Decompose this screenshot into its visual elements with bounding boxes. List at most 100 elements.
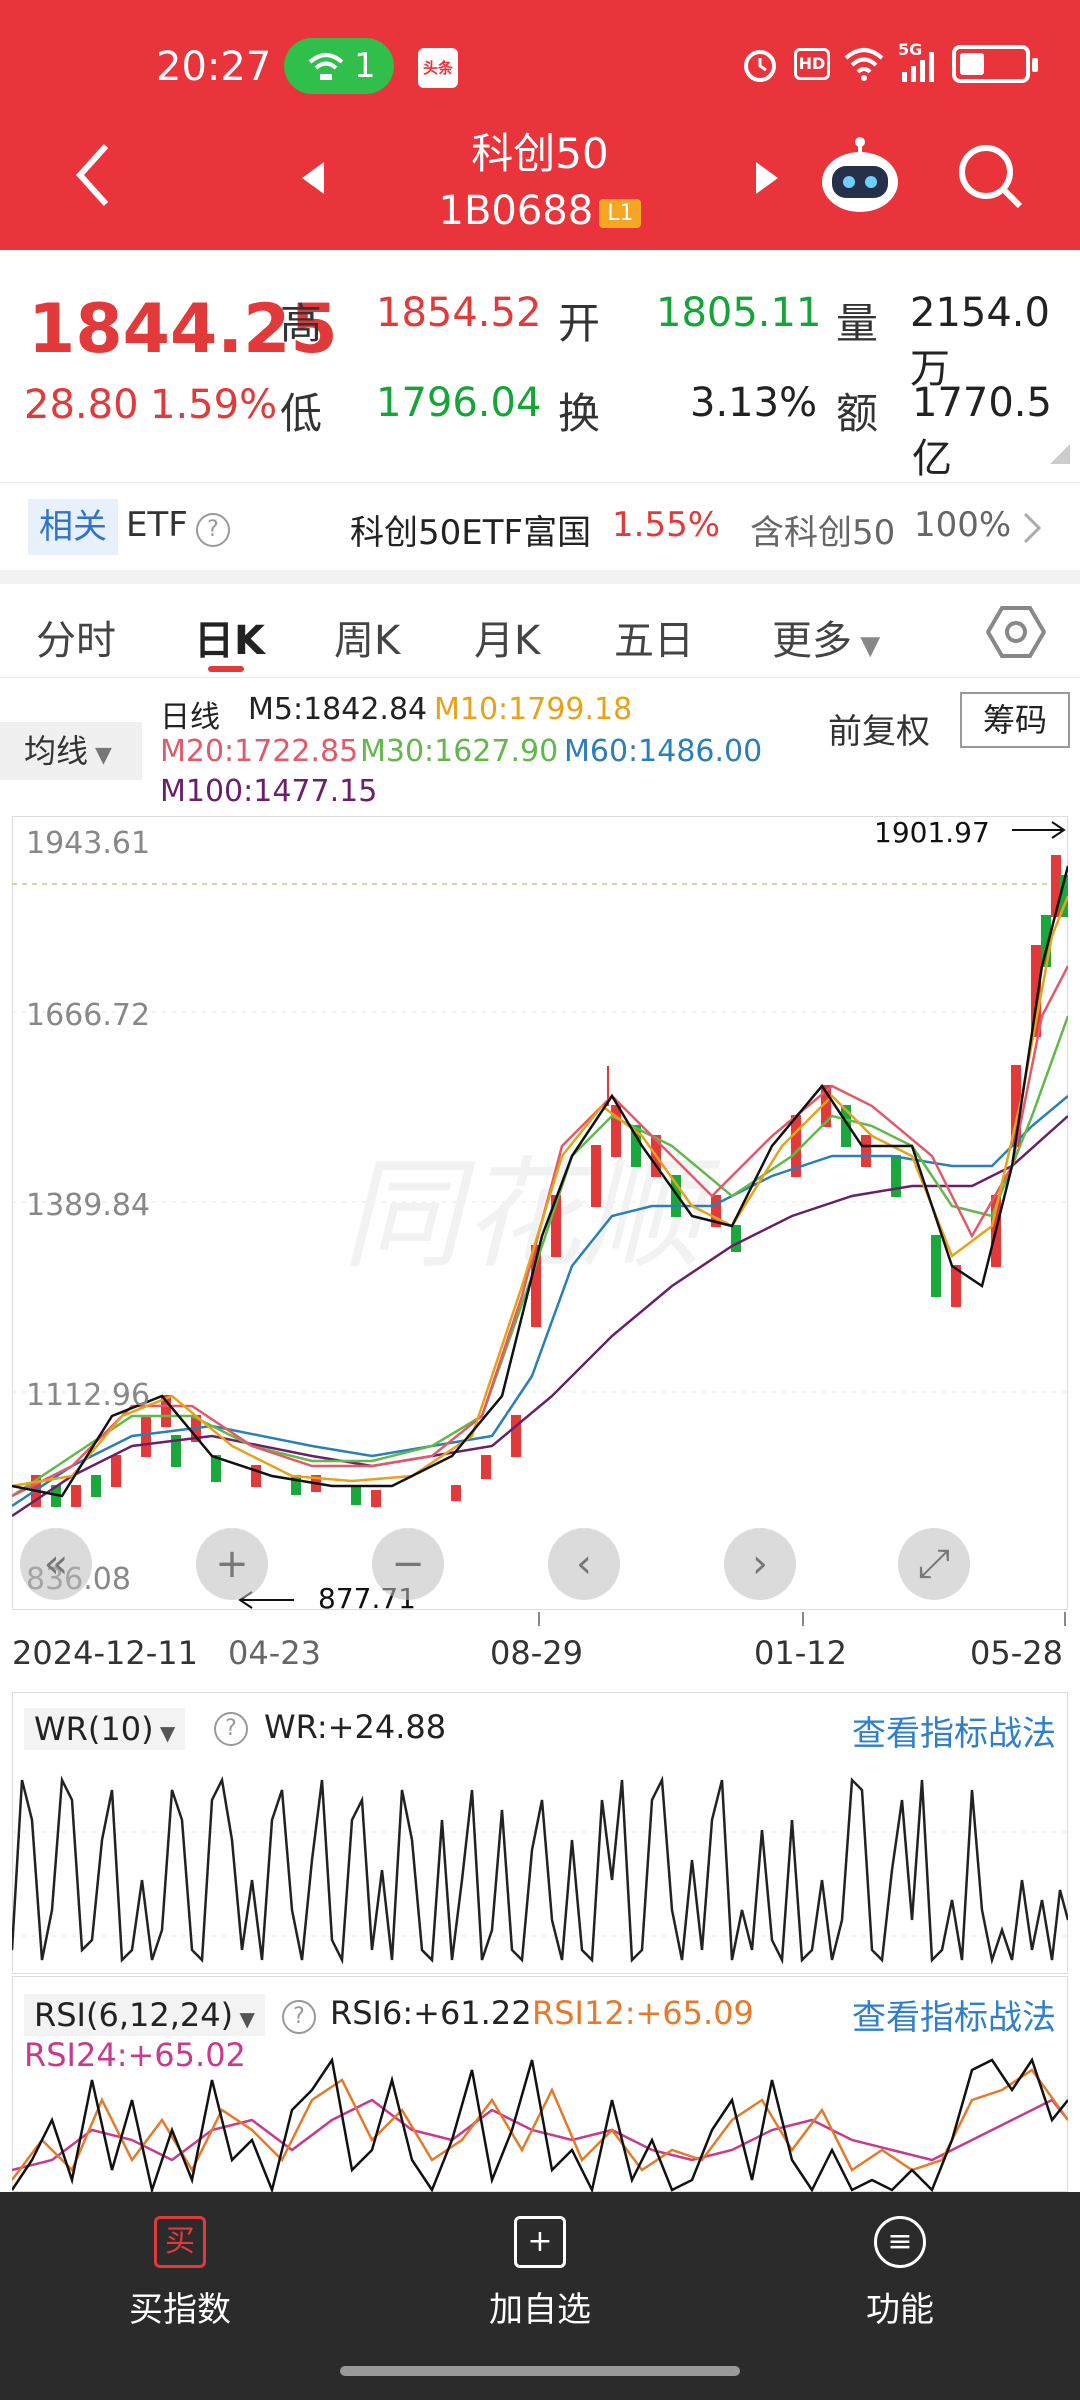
y-label-4: 1112.96 <box>26 1378 151 1413</box>
ma100-value: M100:1477.15 <box>160 774 378 809</box>
volume-value: 2154.0万 <box>910 290 1050 392</box>
zoom-in-button[interactable]: + <box>196 1528 268 1600</box>
ma-period: 日线 <box>160 700 220 735</box>
high-label: 高 <box>280 299 323 348</box>
next-stock-icon[interactable] <box>752 160 782 196</box>
etf-label: ETF <box>126 505 188 545</box>
scroll-right-button[interactable]: › <box>724 1528 796 1600</box>
hotspot-icon <box>308 53 344 80</box>
rsi-strategy-link[interactable]: 查看指标战法 <box>852 1990 1056 2039</box>
stock-code-text: 1B0688 <box>438 188 594 234</box>
ma10-value: M10:1799.18 <box>434 692 633 727</box>
x-label-2: 04-23 <box>228 1634 321 1672</box>
rsi6-value: RSI6:+61.22 <box>330 1994 532 2032</box>
tab-day-k[interactable]: 日K <box>194 608 265 666</box>
turnover-label: 换 <box>558 389 601 438</box>
x-label-4: 01-12 <box>754 1634 847 1672</box>
rsi-selector-label: RSI(6,12,24) <box>34 1996 234 2034</box>
price-change-pct: 1.59% <box>150 382 278 428</box>
high-value: 1854.52 <box>376 290 542 336</box>
bottom-action-bar: 买 买指数 + 加自选 ≡ 功能 <box>0 2192 1080 2400</box>
low-value: 1796.04 <box>376 380 542 426</box>
caret-down-icon: ▼ <box>153 1721 176 1745</box>
ma-selector[interactable]: 均线 ▼ <box>0 722 142 780</box>
function-label: 功能 <box>866 2290 934 2330</box>
plus-icon: + <box>514 2216 566 2268</box>
wr-selector-label: WR(10) <box>34 1710 154 1748</box>
search-icon[interactable] <box>956 142 1026 212</box>
section-divider <box>0 570 1080 584</box>
active-tab-underline <box>208 666 244 672</box>
y-label-2: 1666.72 <box>26 998 151 1033</box>
period-tabs: 分时 日K 周K 月K 五日 更多 ▼ <box>0 584 1080 678</box>
status-time: 20:27 <box>156 44 272 90</box>
tab-five-day[interactable]: 五日 <box>614 608 694 666</box>
caret-down-icon: ▼ <box>88 743 112 768</box>
chip-distribution-button[interactable]: 筹码 <box>960 692 1070 748</box>
home-indicator[interactable] <box>340 2366 740 2376</box>
max-price-marker: 1901.97 <box>874 816 990 849</box>
ma60-value: M60:1486.00 <box>564 734 763 769</box>
stock-name: 科创50 <box>471 129 609 178</box>
hd-icon: HD <box>794 48 830 80</box>
function-button[interactable]: ≡ 功能 <box>800 2216 1000 2331</box>
etf-contains: 含科创50 <box>750 513 896 553</box>
tab-more[interactable]: 更多 ▼ <box>772 608 880 666</box>
chevron-right-icon <box>1023 512 1042 544</box>
buy-icon: 买 <box>154 2216 206 2268</box>
status-icons: HD 5G <box>740 40 1038 84</box>
stock-code: 1B0688 L1 <box>0 188 1080 234</box>
menu-icon: ≡ <box>874 2216 926 2268</box>
rsi-selector[interactable]: RSI(6,12,24) ▼ <box>24 1994 265 2036</box>
etf-help-icon[interactable]: ? <box>196 513 230 547</box>
fullscreen-button[interactable]: ⤢ <box>898 1528 970 1600</box>
alarm-icon <box>744 50 776 82</box>
amount-value: 1770.5亿 <box>912 380 1052 482</box>
wifi-hotspot-pill: 1 <box>284 38 394 94</box>
zoom-out-button[interactable]: − <box>372 1528 444 1600</box>
price-change: 28.80 <box>24 382 139 428</box>
open-label: 开 <box>558 299 601 348</box>
expand-corner-icon[interactable] <box>1050 444 1070 464</box>
wr-help-icon[interactable]: ? <box>214 1712 248 1746</box>
tab-fenshi[interactable]: 分时 <box>36 608 116 666</box>
buy-index-button[interactable]: 买 买指数 <box>80 2216 280 2331</box>
x-tick <box>1064 1612 1066 1626</box>
turnover-value: 3.13% <box>690 380 818 426</box>
x-tick <box>802 1612 804 1626</box>
y-label-3: 1389.84 <box>26 1188 151 1223</box>
battery-icon <box>952 45 1038 83</box>
amount-label: 额 <box>836 389 879 438</box>
ma5-value: M5:1842.84 <box>248 692 428 727</box>
wr-selector[interactable]: WR(10) ▼ <box>24 1708 186 1750</box>
ma30-value: M30:1627.90 <box>360 734 559 769</box>
caret-down-icon: ▼ <box>852 631 881 661</box>
wr-line-chart <box>12 1775 1068 1965</box>
scroll-left-fast-button[interactable]: « <box>20 1528 92 1600</box>
robot-assistant-icon[interactable] <box>818 136 902 216</box>
adjust-type[interactable]: 前复权 <box>828 704 930 753</box>
rsi-help-icon[interactable]: ? <box>282 2000 316 2034</box>
tab-month-k[interactable]: 月K <box>474 608 540 666</box>
caret-down-icon: ▼ <box>233 2007 255 2031</box>
settings-hexagon-icon[interactable] <box>986 602 1046 662</box>
tab-week-k[interactable]: 周K <box>334 608 400 666</box>
wifi-icon <box>844 48 884 81</box>
kline-chart[interactable]: 同花顺 <box>12 816 1068 1610</box>
x-label-3: 08-29 <box>490 1634 583 1672</box>
add-watchlist-button[interactable]: + 加自选 <box>440 2216 640 2331</box>
buy-index-label: 买指数 <box>129 2290 231 2330</box>
ma-selector-label: 均线 <box>24 732 89 770</box>
app-header: 20:27 1 头条 HD 5G 科创50 1B0688 L1 <box>0 0 1080 250</box>
wr-strategy-link[interactable]: 查看指标战法 <box>852 1706 1056 1755</box>
signal-icon: 5G <box>898 40 938 84</box>
low-label: 低 <box>280 389 323 438</box>
add-watchlist-label: 加自选 <box>489 2290 591 2330</box>
wr-value: WR:+24.88 <box>264 1708 447 1746</box>
x-label-end: 05-28 <box>970 1634 1063 1672</box>
volume-label: 量 <box>836 299 879 348</box>
related-etf-row[interactable]: 相关 ETF ? 科创50ETF富国 1.55% 含科创50 100% <box>0 482 1080 570</box>
x-tick <box>538 1612 540 1626</box>
rsi12-value: RSI12:+65.09 <box>532 1994 754 2032</box>
scroll-left-button[interactable]: ‹ <box>548 1528 620 1600</box>
